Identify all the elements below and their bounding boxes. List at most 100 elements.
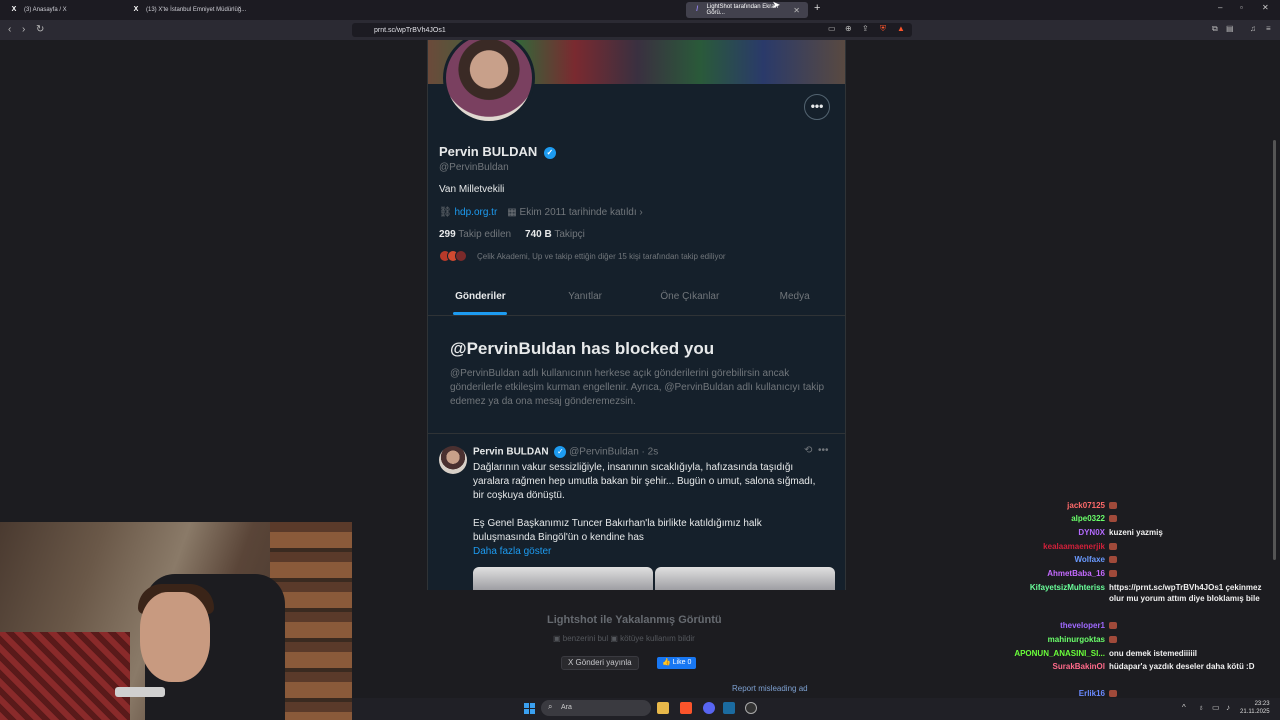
chat-text <box>1109 620 1277 631</box>
tweet-header: Pervin BULDAN ✓ @PervinBuldan · 2s <box>473 446 658 458</box>
chat-text: https://prnt.sc/wpTrBVh4JOs1 çekinmez ol… <box>1109 583 1262 603</box>
chat-text: onu demek istemediiiiil <box>1109 649 1198 658</box>
brave-shield-icon[interactable]: ⛨ <box>880 24 886 34</box>
profile-meta: ⛓ hdp.org.tr ▦ Ekim 2011 tarihinde katıl… <box>439 207 643 218</box>
time: 23:23 <box>1254 701 1270 707</box>
forward-icon[interactable]: › <box>22 24 25 35</box>
taskbar-clock[interactable]: 23:23 21.11.2025 <box>1240 700 1270 716</box>
tweet-handle-time: @PervinBuldan · 2s <box>569 446 659 458</box>
followers-label: Takipçi <box>554 229 585 240</box>
profile-tabs: Gönderiler Yanıtlar Öne Çıkanlar Medya <box>428 278 845 316</box>
webcam-overlay <box>0 522 352 720</box>
close-tab-icon[interactable]: ✕ <box>793 6 800 15</box>
tweet-author: Pervin BULDAN <box>473 446 549 458</box>
grok-icon: ⟲ <box>804 445 813 456</box>
chat-text: hüdapar'a yazdık deseler daha kötü :D <box>1109 662 1255 671</box>
brave-icon[interactable] <box>680 702 692 714</box>
tray-chevron-icon[interactable]: ^ <box>1182 703 1186 712</box>
date: 21.11.2025 <box>1240 709 1270 715</box>
more-icon: ••• <box>817 445 829 456</box>
mouse-cursor-icon: ➤ <box>772 0 781 11</box>
profile-stats: 299 Takip edilen 740 B Takipçi <box>439 229 585 240</box>
tab-replies: Yanıtlar <box>568 291 602 302</box>
follower-avatars <box>439 250 467 262</box>
tab-label: (13) X'te İstanbul Emniyet Müdürlüğ... <box>146 7 247 13</box>
x-logo-icon: X <box>11 6 17 13</box>
emote-icon <box>1109 690 1117 698</box>
x-logo-icon: X <box>133 6 139 13</box>
tab-lightshot[interactable]: / LightShot tarafından Ekran Görü... ✕ <box>686 2 808 18</box>
minimize-button[interactable]: – <box>1218 3 1222 12</box>
verified-badge-icon: ✓ <box>543 146 556 159</box>
profile-handle: @PervinBuldan <box>439 162 509 173</box>
facebook-like-button[interactable]: 👍 Like 0 <box>657 657 697 669</box>
emote-icon <box>1109 622 1117 630</box>
lightshot-title: Lightshot ile Yakalanmış Görüntü <box>547 614 722 626</box>
microphone <box>115 687 165 697</box>
tab-istanbul[interactable]: X (13) X'te İstanbul Emniyet Müdürlüğ... <box>124 2 264 18</box>
tweet-avatar <box>439 446 467 474</box>
chat-username: kealaamaenerjik <box>1043 542 1105 551</box>
emote-icon <box>1109 502 1117 510</box>
share-icon[interactable]: ⇪ <box>862 24 869 33</box>
followed-by-text: Çelik Akademi, Up ve takip ettiğin diğer… <box>477 251 726 261</box>
new-tab-button[interactable]: + <box>814 2 820 14</box>
chat-text <box>1109 513 1277 524</box>
close-window-button[interactable]: ✕ <box>1262 3 1269 12</box>
emote-icon <box>1109 636 1117 644</box>
join-date: ▦ Ekim 2011 tarihinde katıldı › <box>507 207 643 218</box>
lightshot-feather-icon: / <box>696 6 699 13</box>
zoom-icon[interactable]: ⊕ <box>845 24 852 33</box>
chat-username: alpe0322 <box>1071 514 1105 523</box>
profile-bio: Van Milletvekili <box>439 184 505 195</box>
scrollbar[interactable] <box>1273 140 1276 560</box>
followers-count: 740 B <box>525 229 552 240</box>
discord-icon[interactable] <box>703 702 715 714</box>
menu-icon[interactable]: ≡ <box>1266 24 1271 33</box>
stream-chat: jack07125 alpe0322 DYN0X kuzeni yazmiş keala… <box>990 500 1280 720</box>
maximize-button[interactable]: ▫ <box>1240 3 1243 12</box>
volume-icon[interactable]: ♪ <box>1226 703 1230 712</box>
chat-username: KifayetsizMuhteriss <box>1029 583 1105 592</box>
more-options-button: ••• <box>804 94 830 120</box>
tweet: Pervin BULDAN ✓ @PervinBuldan · 2s ⟲ •••… <box>428 435 845 590</box>
media-icon[interactable]: ♫ <box>1250 24 1256 33</box>
windows-start-icon[interactable] <box>524 703 535 714</box>
blocked-title: @PervinBuldan has blocked you <box>450 339 715 358</box>
tab-home[interactable]: X (3) Anasayfa / X <box>2 2 122 18</box>
tab-bar: X (3) Anasayfa / X X (13) X'te İstanbul … <box>0 0 1280 20</box>
network-icon[interactable]: ▭ <box>1212 703 1220 712</box>
post-to-x-button[interactable]: X Gönderi yayınla <box>561 656 639 670</box>
report-ad-link[interactable]: Report misleading ad <box>732 684 808 693</box>
emote-icon <box>1109 570 1117 578</box>
calendar-icon: ▦ <box>507 207 520 218</box>
reader-icon[interactable]: ▭ <box>828 24 836 33</box>
emote-icon <box>1109 556 1117 564</box>
file-explorer-icon[interactable] <box>657 702 669 714</box>
chat-text <box>1109 634 1277 645</box>
brave-rewards-icon[interactable]: ▲ <box>897 24 905 33</box>
steam-icon[interactable] <box>723 702 735 714</box>
extensions-icon[interactable]: ⧉ <box>1212 24 1218 34</box>
profile-name-text: Pervin BULDAN <box>439 144 538 159</box>
emote-icon <box>1109 515 1117 523</box>
taskbar-search[interactable]: Ara <box>541 700 651 716</box>
tab-label: LightShot tarafından Ekran Görü... <box>706 4 778 16</box>
url-text: prnt.sc/wpTrBVh4JOs1 <box>374 26 446 34</box>
followed-by: Çelik Akademi, Up ve takip ettiğin diğer… <box>439 250 726 262</box>
search-icon: ⌕ <box>548 702 553 711</box>
blocked-text: @PervinBuldan adlı kullanıcının herkese … <box>450 368 825 407</box>
show-more-link: Daha fazla göster <box>473 546 552 557</box>
chat-username: theveloper1 <box>1060 621 1105 630</box>
chat-username: Wolfaxe <box>1074 555 1105 564</box>
microphone-icon[interactable]: ♁ <box>1198 703 1204 712</box>
tweet-actions: ⟲ ••• <box>804 445 828 456</box>
chat-username: SurakBakinOl <box>1052 662 1105 671</box>
website: ⛓ hdp.org.tr <box>439 207 498 218</box>
chat-text <box>1109 541 1277 552</box>
sidebar-icon[interactable]: ▤ <box>1226 24 1234 33</box>
obs-icon[interactable] <box>745 702 757 714</box>
back-icon[interactable]: ‹ <box>8 24 11 35</box>
reload-icon[interactable]: ↻ <box>36 24 44 35</box>
lightshot-actions[interactable]: ▣ benzerini bul ▣ kötüye kullanım bildir <box>553 634 695 643</box>
